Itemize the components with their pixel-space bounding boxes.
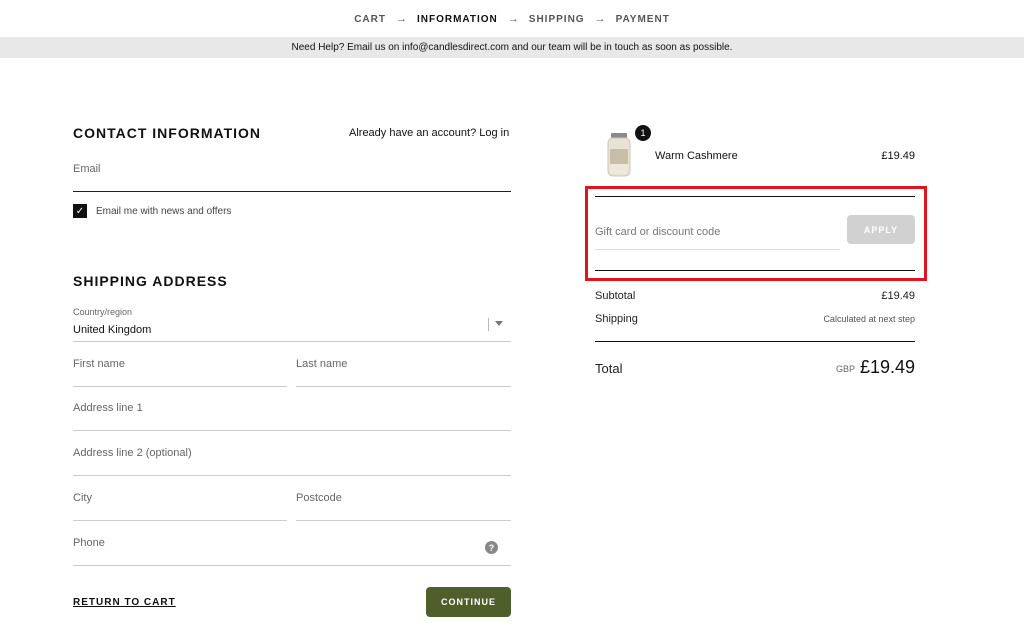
check-icon: ✓: [75, 205, 85, 217]
address-line-1-placeholder: Address line 1: [73, 402, 143, 414]
phone-placeholder: Phone: [73, 537, 105, 549]
newsletter-label: Email me with news and offers: [96, 206, 232, 217]
phone-field[interactable]: Phone: [73, 522, 511, 566]
last-name-field[interactable]: Last name: [296, 343, 511, 387]
total-label: Total: [595, 361, 623, 376]
country-select[interactable]: Country/region United Kingdom: [73, 302, 511, 342]
address-line-2-field[interactable]: Address line 2 (optional): [73, 432, 511, 476]
login-link[interactable]: Already have an account? Log in: [349, 127, 509, 139]
first-name-field[interactable]: First name: [73, 343, 287, 387]
chevron-down-icon: [495, 321, 503, 326]
country-value: United Kingdom: [73, 324, 152, 336]
newsletter-checkbox[interactable]: ✓: [73, 204, 87, 218]
highlight-box: [585, 186, 927, 281]
product-thumbnail: [607, 133, 631, 177]
address-line-1-field[interactable]: Address line 1: [73, 387, 511, 431]
arrow-right-icon: →: [507, 13, 519, 25]
shipping-label: Shipping: [595, 313, 638, 325]
country-label: Country/region: [73, 307, 133, 317]
city-placeholder: City: [73, 492, 92, 504]
divider: [595, 341, 915, 342]
email-placeholder: Email: [73, 163, 101, 175]
arrow-right-icon: →: [395, 13, 407, 25]
city-field[interactable]: City: [73, 477, 287, 521]
postcode-placeholder: Postcode: [296, 492, 342, 504]
product-price: £19.49: [881, 150, 915, 162]
breadcrumb: CART → INFORMATION → SHIPPING → PAYMENT: [0, 12, 1024, 26]
email-field[interactable]: Email: [73, 148, 511, 192]
help-banner-text: Need Help? Email us on info@candlesdirec…: [291, 42, 733, 53]
first-name-placeholder: First name: [73, 358, 125, 370]
address-line-2-placeholder: Address line 2 (optional): [73, 447, 192, 459]
currency-code: GBP: [836, 364, 856, 374]
shipping-row: Shipping Calculated at next step: [595, 313, 915, 325]
total-value: £19.49: [859, 357, 915, 377]
return-to-cart-link[interactable]: RETURN TO CART: [73, 597, 176, 608]
subtotal-value: £19.49: [881, 290, 915, 302]
arrow-right-icon: →: [594, 13, 606, 25]
last-name-placeholder: Last name: [296, 358, 348, 370]
select-divider: [488, 318, 489, 331]
breadcrumb-payment: PAYMENT: [615, 13, 670, 25]
contact-title: CONTACT INFORMATION: [73, 125, 262, 141]
breadcrumb-shipping: SHIPPING: [528, 13, 585, 25]
help-circle-icon[interactable]: ?: [485, 541, 498, 554]
quantity-badge: 1: [635, 125, 651, 141]
shipping-value: Calculated at next step: [823, 314, 915, 324]
breadcrumb-cart[interactable]: CART: [354, 14, 386, 25]
breadcrumb-information: INFORMATION: [416, 13, 498, 25]
help-banner: Need Help? Email us on info@candlesdirec…: [0, 37, 1024, 58]
subtotal-label: Subtotal: [595, 290, 636, 302]
subtotal-row: Subtotal £19.49: [595, 290, 915, 302]
postcode-field[interactable]: Postcode: [296, 477, 511, 521]
product-name: Warm Cashmere: [655, 150, 738, 162]
continue-button[interactable]: CONTINUE: [426, 587, 511, 617]
shipping-title: SHIPPING ADDRESS: [73, 273, 228, 289]
